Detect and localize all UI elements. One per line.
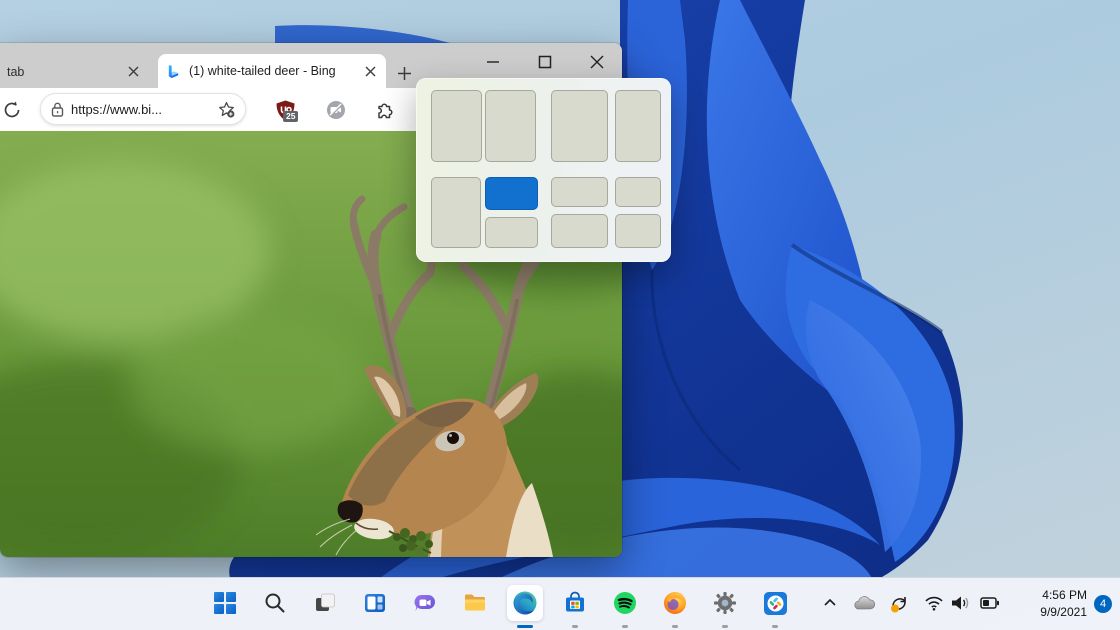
wifi-icon[interactable] bbox=[924, 595, 944, 616]
store-button[interactable] bbox=[550, 578, 600, 630]
new-tab-button[interactable] bbox=[393, 62, 415, 84]
start-button[interactable] bbox=[200, 578, 250, 630]
widgets-icon bbox=[363, 591, 387, 615]
notification-count-badge[interactable]: 4 bbox=[1094, 595, 1112, 613]
lock-icon bbox=[51, 102, 64, 117]
snap-cell[interactable] bbox=[485, 90, 536, 162]
bing-favicon bbox=[166, 64, 181, 79]
camera-blocked-icon[interactable] bbox=[326, 100, 348, 122]
snap-layouts-flyout bbox=[416, 78, 671, 262]
volume-icon[interactable] bbox=[950, 594, 972, 617]
update-sync-icon[interactable] bbox=[888, 593, 910, 620]
maximize-button[interactable] bbox=[532, 49, 558, 75]
chat-button[interactable] bbox=[400, 578, 450, 630]
snap-layout-two-equal-columns bbox=[431, 90, 536, 162]
close-button[interactable] bbox=[584, 49, 610, 75]
extensions-puzzle-icon[interactable] bbox=[376, 100, 398, 122]
running-indicator bbox=[722, 625, 728, 628]
snap-cell[interactable] bbox=[615, 177, 661, 207]
running-indicator bbox=[572, 625, 578, 628]
tab-close-icon[interactable] bbox=[362, 63, 378, 79]
clock-time: 4:56 PM bbox=[1003, 587, 1087, 604]
running-indicator bbox=[772, 625, 778, 628]
running-indicator bbox=[672, 625, 678, 628]
snap-cell[interactable] bbox=[615, 214, 661, 248]
firefox-icon bbox=[663, 591, 687, 615]
ublock-badge-count: 25 bbox=[283, 111, 298, 122]
slack-button[interactable] bbox=[750, 578, 800, 630]
snap-cell-highlighted[interactable] bbox=[485, 177, 538, 210]
spotify-button[interactable] bbox=[600, 578, 650, 630]
tray-chevron-up-icon[interactable] bbox=[822, 595, 838, 616]
snap-layout-wide-left bbox=[551, 90, 661, 162]
file-explorer-icon bbox=[463, 591, 487, 615]
chat-icon bbox=[413, 591, 437, 615]
snap-layout-left-half-right-stacked bbox=[431, 177, 538, 248]
gear-icon bbox=[713, 591, 737, 615]
snap-cell[interactable] bbox=[615, 90, 661, 162]
active-tab[interactable]: (1) white-tailed deer - Bing bbox=[158, 54, 386, 88]
taskbar-clock[interactable]: 4:56 PM 9/9/2021 bbox=[1003, 587, 1087, 621]
address-bar[interactable]: https://www.bi... bbox=[40, 93, 246, 125]
active-tab-title: (1) white-tailed deer - Bing bbox=[189, 64, 362, 78]
edge-active-indicator bbox=[517, 625, 533, 628]
minimize-button[interactable] bbox=[480, 49, 506, 75]
firefox-button[interactable] bbox=[650, 578, 700, 630]
task-view-button[interactable] bbox=[300, 578, 350, 630]
spotify-icon bbox=[613, 591, 637, 615]
search-button[interactable] bbox=[250, 578, 300, 630]
edge-button[interactable] bbox=[500, 578, 550, 630]
search-icon bbox=[263, 591, 287, 615]
edge-icon bbox=[512, 590, 538, 616]
clock-date: 9/9/2021 bbox=[1003, 604, 1087, 621]
refresh-icon[interactable] bbox=[2, 100, 22, 120]
snap-cell[interactable] bbox=[551, 90, 608, 162]
snap-layout-quad-grid bbox=[551, 177, 661, 248]
ublock-extension-icon[interactable]: 25 bbox=[276, 100, 298, 122]
file-explorer-button[interactable] bbox=[450, 578, 500, 630]
url-text: https://www.bi... bbox=[71, 102, 211, 117]
snap-cell[interactable] bbox=[551, 214, 608, 248]
background-tab-label: tab bbox=[7, 65, 24, 79]
widgets-button[interactable] bbox=[350, 578, 400, 630]
snap-cell[interactable] bbox=[485, 217, 538, 248]
store-icon bbox=[563, 591, 587, 615]
taskbar: 4:56 PM 9/9/2021 4 bbox=[0, 577, 1120, 630]
battery-icon[interactable] bbox=[980, 596, 1000, 615]
tab-close-icon[interactable] bbox=[125, 64, 141, 80]
snap-cell[interactable] bbox=[551, 177, 608, 207]
background-tab[interactable]: tab bbox=[0, 55, 150, 88]
add-favorite-star-icon[interactable] bbox=[218, 101, 235, 118]
slack-icon bbox=[763, 591, 788, 616]
snap-cell[interactable] bbox=[431, 90, 482, 162]
windows-logo-icon bbox=[213, 591, 237, 615]
onedrive-cloud-icon[interactable] bbox=[852, 594, 876, 617]
task-view-icon bbox=[313, 591, 337, 615]
running-indicator bbox=[622, 625, 628, 628]
snap-cell[interactable] bbox=[431, 177, 481, 248]
notification-count: 4 bbox=[1100, 598, 1106, 610]
settings-button[interactable] bbox=[700, 578, 750, 630]
